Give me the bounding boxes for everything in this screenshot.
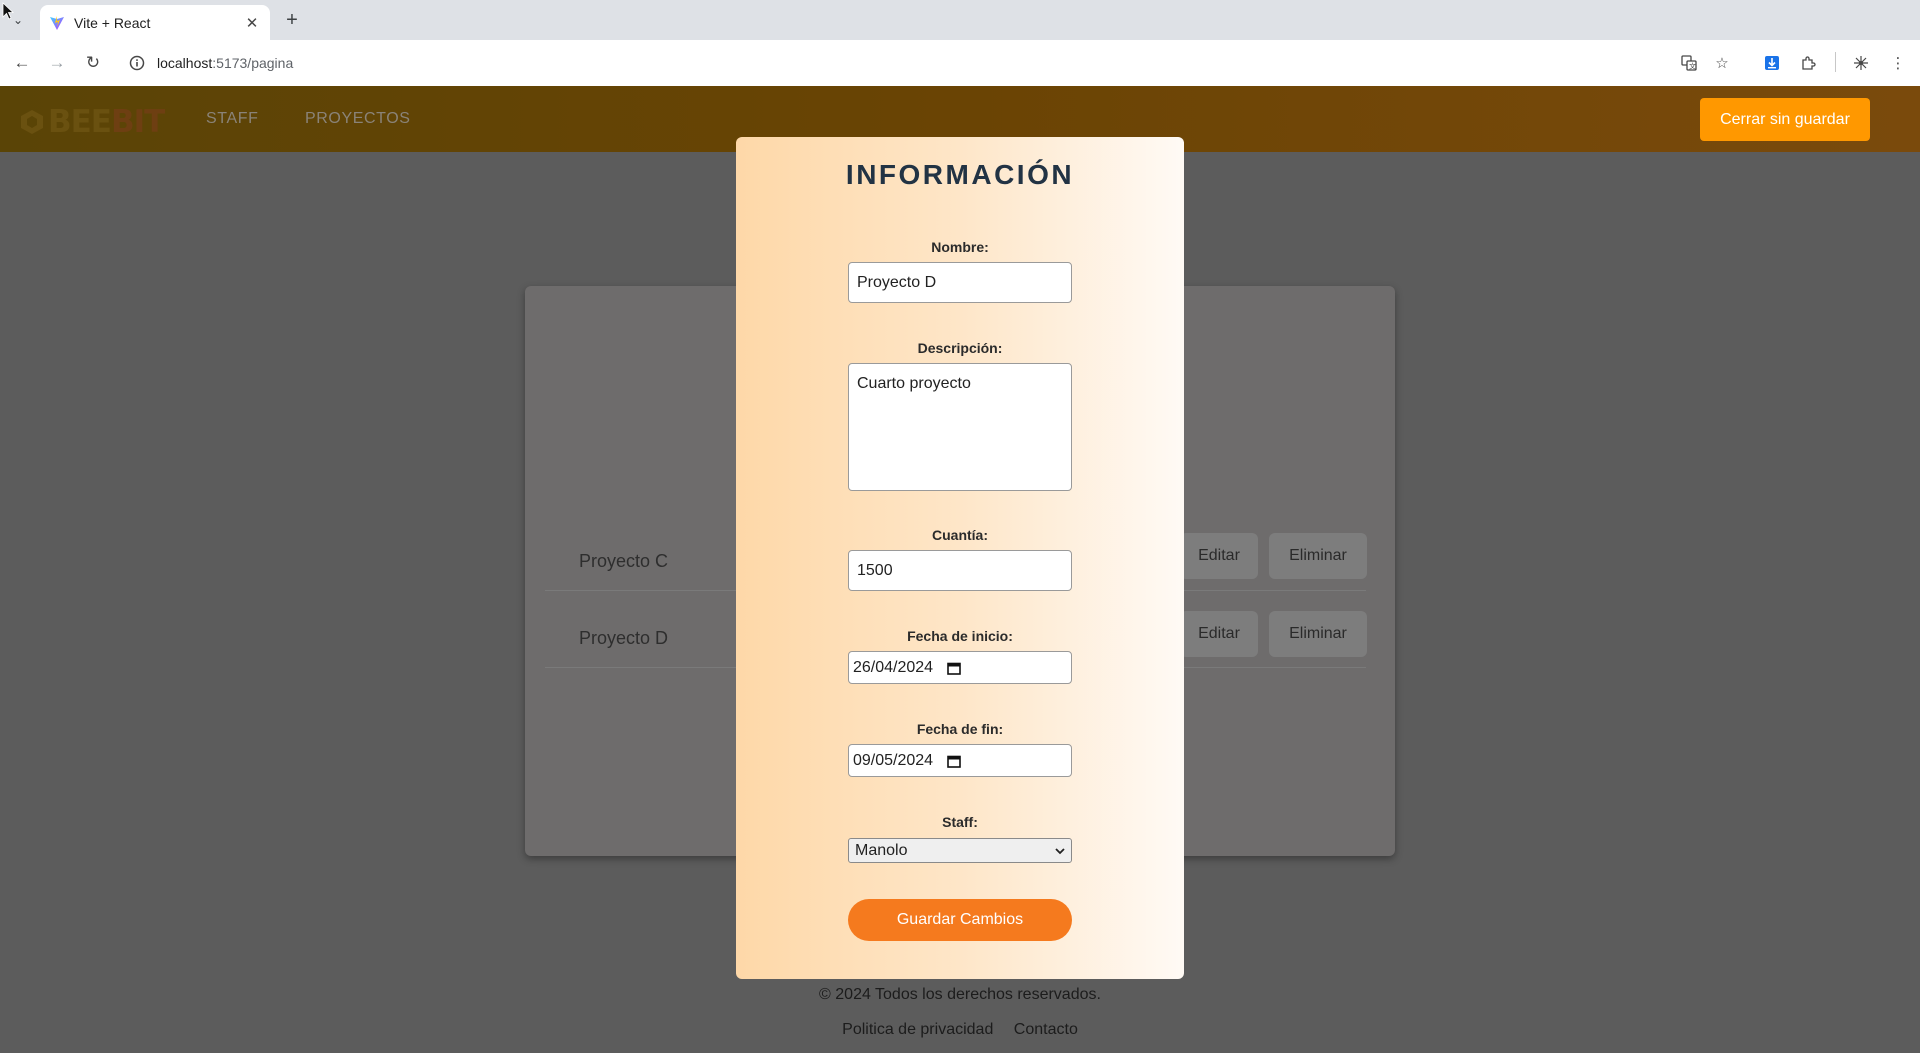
- extensions-puzzle-icon[interactable]: [1796, 51, 1820, 75]
- browser-tab-bar: ⌄ Vite + React ✕ +: [0, 0, 1920, 40]
- nav-proyectos[interactable]: PROYECTOS: [305, 110, 411, 128]
- descripcion-label: Descripción:: [917, 340, 1003, 356]
- calendar-icon[interactable]: [947, 661, 961, 675]
- vite-favicon-icon: [49, 15, 65, 31]
- mouse-cursor-icon: [2, 2, 14, 20]
- staff-select[interactable]: Manolo: [848, 838, 1072, 863]
- staff-label: Staff:: [942, 814, 978, 830]
- profile-avatar-icon[interactable]: [1849, 51, 1873, 75]
- descripcion-textarea[interactable]: Cuarto proyecto: [848, 363, 1072, 491]
- fecha-inicio-value: 26/04/2024: [853, 658, 934, 676]
- edit-project-c-button[interactable]: Editar: [1180, 533, 1258, 579]
- new-tab-icon[interactable]: +: [280, 8, 304, 32]
- edit-project-d-button[interactable]: Editar: [1180, 611, 1258, 657]
- staff-select-value: Manolo: [855, 841, 908, 859]
- toolbar-separator: [1835, 52, 1836, 72]
- calendar-icon[interactable]: [947, 754, 961, 768]
- modal-title: INFORMACIÓN: [845, 159, 1075, 190]
- site-info-icon[interactable]: [128, 54, 146, 72]
- nombre-label: Nombre:: [931, 239, 989, 255]
- fecha-fin-value: 09/05/2024: [853, 751, 934, 769]
- browser-tab[interactable]: Vite + React ✕: [40, 5, 270, 40]
- cuantia-label: Cuantía:: [932, 527, 988, 543]
- nombre-input[interactable]: Proyecto D: [848, 262, 1072, 303]
- download-icon[interactable]: [1760, 51, 1784, 75]
- beebit-logo[interactable]: BEEBIT: [18, 104, 165, 140]
- tab-close-icon[interactable]: ✕: [242, 13, 262, 33]
- url-path: :5173/pagina: [212, 55, 294, 71]
- chevron-down-icon: [1055, 846, 1065, 856]
- address-bar[interactable]: localhost:5173/pagina: [118, 45, 1760, 81]
- url-host: localhost: [157, 55, 213, 71]
- close-without-saving-button[interactable]: Cerrar sin guardar: [1700, 98, 1870, 141]
- fecha-inicio-input[interactable]: 26/04/2024: [848, 651, 1072, 684]
- back-arrow-icon[interactable]: ←: [10, 51, 34, 75]
- save-changes-button[interactable]: Guardar Cambios: [848, 899, 1072, 941]
- tab-title: Vite + React: [74, 14, 151, 31]
- project-name-d: Proyecto D: [579, 628, 669, 648]
- reload-icon[interactable]: ↻: [81, 51, 105, 75]
- footer-copyright: © 2024 Todos los derechos reservados.: [819, 986, 1101, 1003]
- translate-icon[interactable]: 文: [1677, 51, 1701, 75]
- hexagon-logo-icon: [21, 110, 43, 134]
- fecha-fin-label: Fecha de fin:: [916, 721, 1004, 737]
- logo-text-bee: BEE: [48, 104, 112, 140]
- fecha-inicio-label: Fecha de inicio:: [907, 628, 1013, 644]
- contact-link[interactable]: Contacto: [1014, 1021, 1078, 1038]
- bookmark-star-icon[interactable]: ☆: [1710, 51, 1734, 75]
- browser-menu-icon[interactable]: ⋮: [1886, 51, 1910, 75]
- privacy-policy-link[interactable]: Politica de privacidad: [842, 1021, 993, 1038]
- forward-arrow-icon[interactable]: →: [45, 51, 69, 75]
- edit-project-modal: INFORMACIÓN Nombre: Proyecto D Descripci…: [736, 137, 1184, 979]
- cuantia-input[interactable]: 1500: [848, 550, 1072, 591]
- nav-staff[interactable]: STAFF: [206, 110, 258, 128]
- browser-toolbar: ← → ↻ localhost:5173/pagina 文 ☆ ⋮: [0, 40, 1920, 87]
- footer-links: Politica de privacidad Contacto: [0, 1021, 1920, 1039]
- logo-text-bit: BIT: [110, 104, 165, 140]
- url-text: localhost:5173/pagina: [157, 55, 293, 71]
- delete-project-c-button[interactable]: Eliminar: [1269, 533, 1367, 579]
- svg-text:文: 文: [1689, 62, 1696, 71]
- delete-project-d-button[interactable]: Eliminar: [1269, 611, 1367, 657]
- fecha-fin-input[interactable]: 09/05/2024: [848, 744, 1072, 777]
- project-name-c: Proyecto C: [579, 551, 669, 571]
- logo-text: BEEBIT: [48, 104, 165, 140]
